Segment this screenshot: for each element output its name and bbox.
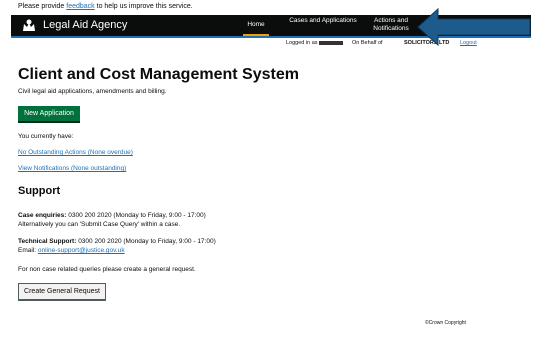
case-query-alternative: Alternatively you can 'Submit Case Query… [18, 221, 181, 228]
case-enquiries: Case enquiries: 0300 200 2020 (Monday to… [18, 211, 206, 229]
page-title: Client and Cost Management System [18, 66, 299, 83]
nav-actions-and-notifications[interactable]: Actions and Notifications [361, 17, 421, 33]
email-label: Email: [18, 247, 38, 254]
crown-copyright: ©Crown Copyright [425, 320, 466, 326]
feedback-prefix: Please provide [18, 3, 67, 10]
outstanding-actions-link[interactable]: No Outstanding Actions (None overdue) [18, 149, 133, 156]
crown-crest-icon [23, 19, 35, 31]
feedback-banner: Please provide feedback to help us impro… [18, 3, 193, 10]
case-enquiries-label: Case enquiries: [18, 212, 67, 219]
you-currently-have: You currently have: [18, 133, 74, 140]
nav-home[interactable]: Home [243, 21, 269, 36]
agency-name: Legal Aid Agency [43, 19, 128, 31]
support-email-link[interactable]: online-support@justice.gov.uk [38, 247, 125, 254]
page-subtitle: Civil legal aid applications, amendments… [18, 88, 167, 95]
redacted-username [319, 40, 344, 45]
view-notifications-link[interactable]: View Notifications (None outstanding) [18, 165, 126, 172]
support-heading: Support [18, 185, 61, 197]
logged-in-label: Logged in as [286, 40, 318, 46]
feedback-suffix: to help us improve this service. [94, 3, 193, 10]
on-behalf-of: On Behalf of [352, 40, 383, 46]
technical-support-text: 0300 200 2020 (Monday to Friday, 9:00 - … [76, 238, 216, 245]
create-general-request-button[interactable]: Create General Request [18, 283, 106, 301]
technical-support: Technical Support: 0300 200 2020 (Monday… [18, 237, 216, 255]
arrow-annotation-icon [417, 7, 531, 47]
technical-support-label: Technical Support: [18, 238, 77, 245]
nav-cases-and-applications[interactable]: Cases and Applications [283, 17, 363, 25]
logged-in-as: Logged in as [286, 40, 344, 46]
case-enquiries-text: 0300 200 2020 (Monday to Friday, 9:00 - … [66, 212, 206, 219]
feedback-link[interactable]: feedback [66, 3, 94, 10]
non-case-queries: For non case related queries please crea… [18, 266, 196, 273]
new-application-button[interactable]: New Application [18, 106, 80, 123]
